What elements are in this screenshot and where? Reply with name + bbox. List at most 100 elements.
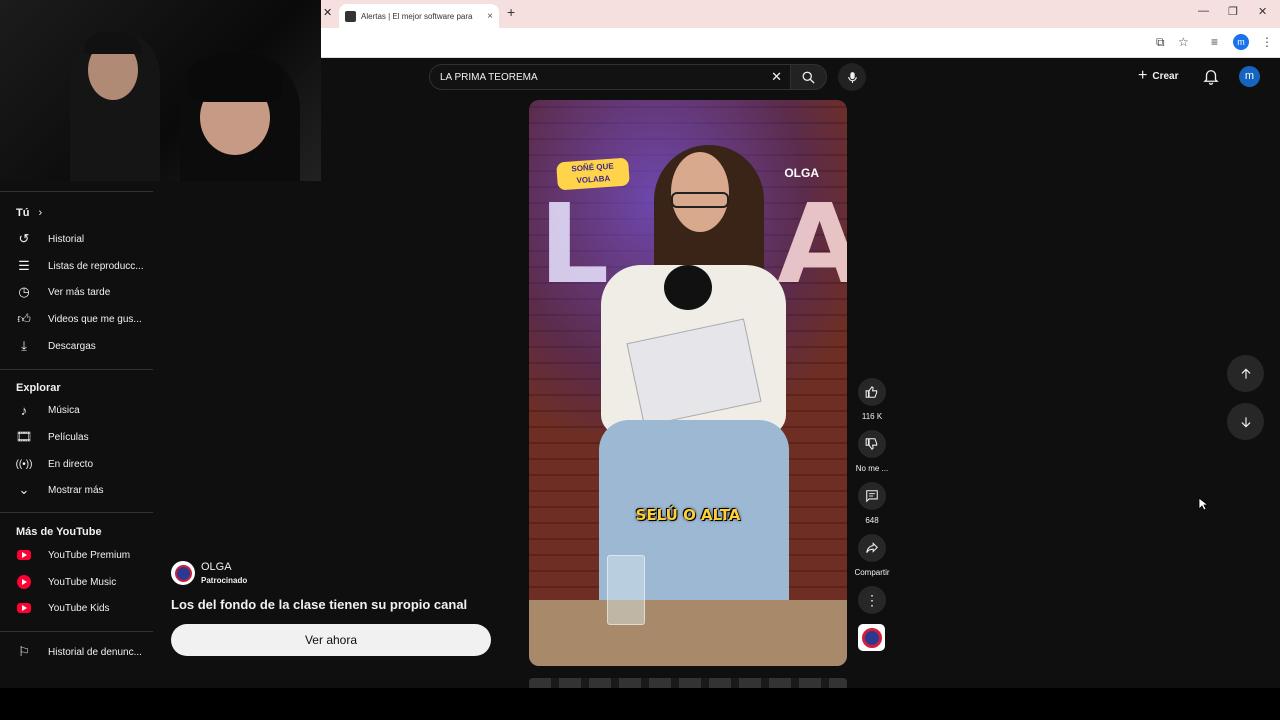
thumbs-down-icon xyxy=(865,438,878,451)
sidebar-item-history[interactable]: ↺ Historial xyxy=(16,226,153,252)
bookmark-star-icon[interactable]: ☆ xyxy=(1178,35,1189,49)
webcam-overlay xyxy=(0,0,321,181)
music-icon: ♪ xyxy=(20,402,28,418)
sidebar-explore-title: Explorar xyxy=(16,382,61,394)
minimize-icon[interactable]: — xyxy=(1198,5,1209,17)
background-letter: A xyxy=(777,180,847,308)
browser-address-bar: ⧉ ☆ ≡ m ⋮ xyxy=(321,28,1280,58)
next-short-preview[interactable] xyxy=(529,678,847,688)
sidebar-item-liked-videos[interactable]: 👍︎ Videos que me gus... xyxy=(16,306,153,332)
media-controls-icon[interactable]: ≡ xyxy=(1211,35,1218,49)
search-button[interactable] xyxy=(790,64,827,90)
ad-channel-name[interactable]: OLGA xyxy=(201,561,232,573)
window-close-icon[interactable]: ✕ xyxy=(1258,5,1267,18)
browser-menu-icon[interactable]: ⋮ xyxy=(1261,35,1273,49)
microphone-icon xyxy=(847,71,857,83)
search-input[interactable]: LA PRIMA TEOREMA ✕ xyxy=(429,64,791,90)
sidebar-more-youtube-title: Más de YouTube xyxy=(16,526,102,538)
sidebar-item-label: Historial de denunc... xyxy=(48,646,142,658)
more-options-button[interactable]: ⋮ xyxy=(858,586,886,614)
sidebar-item-show-more[interactable]: ⌄ Mostrar más xyxy=(16,477,153,503)
video-caption: SELÚ O ALTA xyxy=(635,506,741,524)
search-icon xyxy=(802,71,815,84)
voice-search-button[interactable] xyxy=(838,63,866,91)
watch-later-icon: ◷ xyxy=(18,284,30,299)
install-app-icon[interactable]: ⧉ xyxy=(1156,35,1165,50)
like-button[interactable] xyxy=(858,378,886,406)
sidebar-item-youtube-music[interactable]: YouTube Music xyxy=(16,569,153,595)
ad-sponsored-label: Patrocinado xyxy=(201,576,248,585)
comment-count: 648 xyxy=(865,516,879,525)
sidebar-item-label: Mostrar más xyxy=(48,484,104,496)
sidebar-item-movies[interactable]: 🎞︎ Películas xyxy=(16,424,153,450)
youtube-kids-icon xyxy=(17,603,31,613)
ad-channel-avatar[interactable] xyxy=(171,561,195,585)
sidebar-item-downloads[interactable]: ⤓ Descargas xyxy=(16,333,153,359)
dislike-label: No me ... xyxy=(855,464,889,473)
share-button[interactable] xyxy=(858,534,886,562)
sidebar: Tú › ↺ Historial ☰ Listas de reproducc... … xyxy=(0,181,153,691)
share-label: Compartir xyxy=(854,568,890,577)
tab-close-icon[interactable]: × xyxy=(487,11,493,22)
account-avatar[interactable]: m xyxy=(1239,66,1260,87)
new-tab-button[interactable]: + xyxy=(507,4,515,20)
browser-tab-bar: ✕ Alertas | El mejor software para × + —… xyxy=(321,0,1280,28)
browser-profile-avatar[interactable]: m xyxy=(1233,34,1249,50)
sidebar-item-label: YouTube Music xyxy=(48,576,117,588)
liked-videos-icon: 👍︎ xyxy=(17,311,31,326)
ad-cta-button[interactable]: Ver ahora xyxy=(171,624,491,656)
history-icon: ↺ xyxy=(18,231,30,246)
water-glass xyxy=(607,555,645,625)
search-query: LA PRIMA TEOREMA xyxy=(440,71,538,83)
arrow-up-icon xyxy=(1241,368,1250,379)
sidebar-item-live[interactable]: ((•)) En directo xyxy=(16,451,153,477)
sidebar-item-label: En directo xyxy=(48,458,94,470)
short-video-player[interactable]: L A SOÑÉ QUE VOLABA OLGA SELÚ O ALTA xyxy=(529,100,847,666)
create-button[interactable]: + Crear xyxy=(1138,66,1178,86)
sidebar-item-report-history[interactable]: ⚐ Historial de denunc... xyxy=(16,639,153,665)
next-short-button[interactable] xyxy=(1227,403,1264,440)
bottom-letterbox xyxy=(0,688,1280,720)
dislike-button[interactable] xyxy=(858,430,886,458)
ad-title: Los del fondo de la clase tienen su prop… xyxy=(171,597,468,612)
thumbs-up-icon xyxy=(865,385,878,398)
mouse-cursor-icon xyxy=(1198,497,1208,511)
comment-icon xyxy=(866,490,878,503)
sidebar-item-label: Descargas xyxy=(48,340,96,352)
sidebar-item-label: Ver más tarde xyxy=(48,286,111,298)
sidebar-item-watch-later[interactable]: ◷ Ver más tarde xyxy=(16,279,153,305)
playlists-icon: ☰ xyxy=(18,258,30,273)
live-icon: ((•)) xyxy=(15,458,33,470)
chevron-right-icon: › xyxy=(38,207,43,219)
downloads-icon: ⤓ xyxy=(21,338,27,353)
microphone-prop xyxy=(664,265,712,310)
sidebar-item-playlists[interactable]: ☰ Listas de reproducc... xyxy=(16,253,153,279)
notifications-bell-icon[interactable] xyxy=(1202,66,1220,86)
create-label: Crear xyxy=(1152,70,1179,82)
olga-logo-icon xyxy=(861,627,882,648)
like-count: 116 K xyxy=(861,412,883,421)
more-vertical-icon: ⋮ xyxy=(865,591,879,608)
arrow-down-icon xyxy=(1241,416,1250,427)
share-icon xyxy=(866,542,878,553)
previous-short-button[interactable] xyxy=(1227,355,1264,392)
youtube-music-icon xyxy=(17,575,31,589)
comments-button[interactable] xyxy=(858,482,886,510)
clear-search-icon[interactable]: ✕ xyxy=(771,69,782,85)
olga-logo-icon xyxy=(174,564,192,582)
sidebar-item-music[interactable]: ♪ Música xyxy=(16,397,153,423)
channel-thumbnail[interactable] xyxy=(858,624,885,651)
sidebar-item-youtube-premium[interactable]: YouTube Premium xyxy=(16,542,153,568)
sidebar-you-title[interactable]: Tú › xyxy=(16,207,42,219)
sidebar-item-youtube-kids[interactable]: YouTube Kids xyxy=(16,595,153,621)
sidebar-item-label: YouTube Kids xyxy=(48,602,110,614)
background-letter: L xyxy=(539,180,610,308)
browser-tab[interactable]: Alertas | El mejor software para × xyxy=(339,4,499,28)
sidebar-item-label: Videos que me gus... xyxy=(48,313,142,325)
chevron-down-icon: ⌄ xyxy=(18,482,30,497)
sidebar-item-label: YouTube Premium xyxy=(48,549,131,561)
sidebar-item-label: Películas xyxy=(48,431,89,443)
restore-icon[interactable]: ❐ xyxy=(1228,5,1238,18)
close-tab-icon[interactable]: ✕ xyxy=(323,6,332,19)
sidebar-item-label: Listas de reproducc... xyxy=(48,260,144,272)
